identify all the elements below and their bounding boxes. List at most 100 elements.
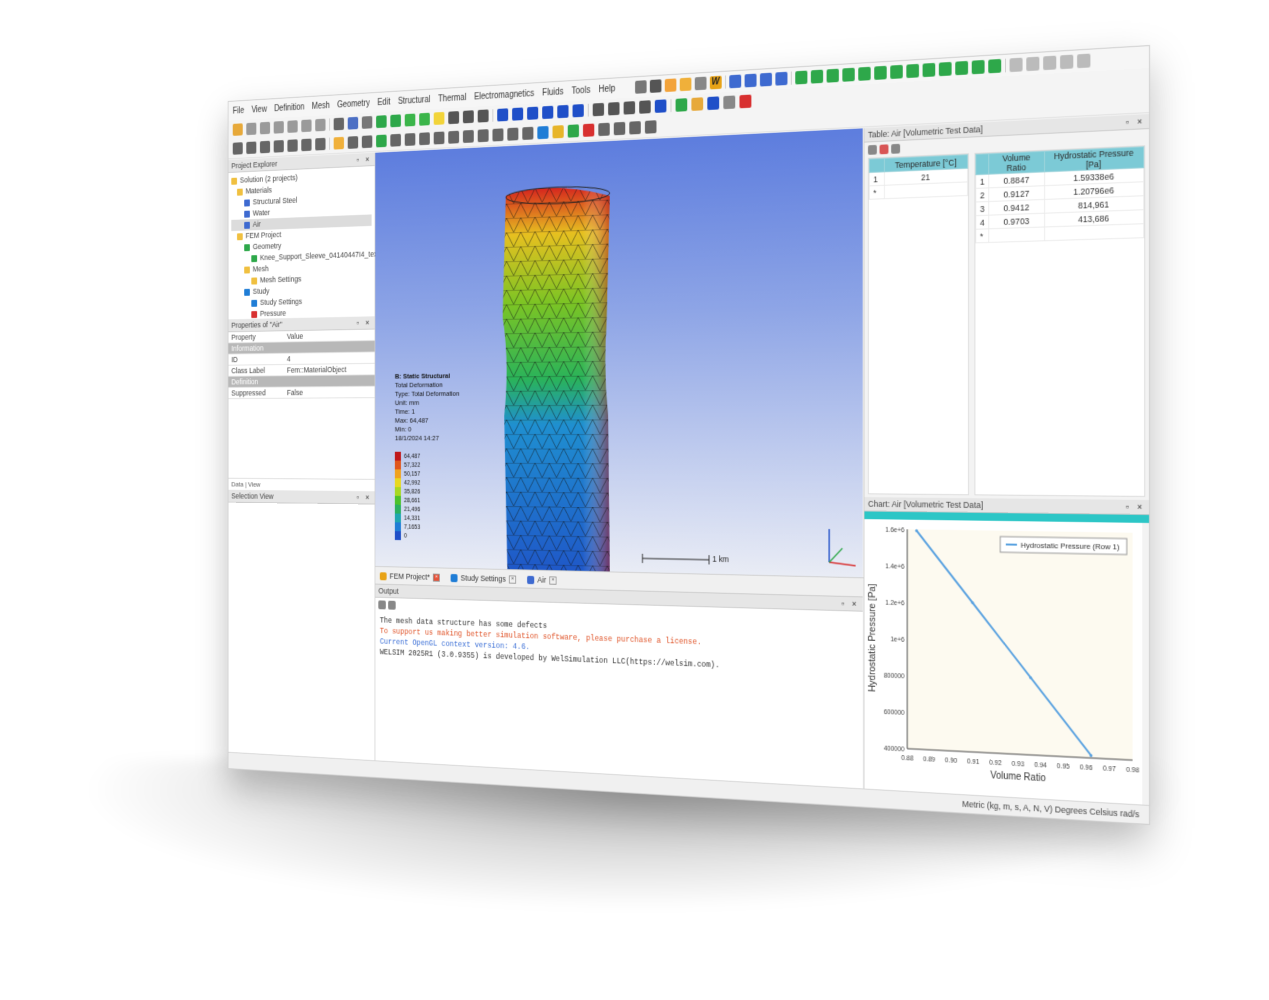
tool-a-icon[interactable]	[232, 142, 243, 155]
mesh-gray-icon[interactable]	[723, 95, 736, 110]
iso-view-icon[interactable]	[390, 114, 401, 128]
sphere-icon[interactable]	[858, 66, 871, 81]
refresh-icon[interactable]	[867, 144, 877, 155]
delete-row-icon[interactable]	[879, 144, 889, 155]
menu-thermal[interactable]: Thermal	[438, 92, 466, 103]
measure-3-icon[interactable]	[623, 101, 636, 115]
menu-definition[interactable]: Definition	[274, 102, 304, 113]
tool-m-icon[interactable]	[419, 132, 430, 146]
close-icon[interactable]: ×	[432, 573, 440, 582]
tool-g-icon[interactable]	[315, 137, 326, 151]
blue-doc-icon[interactable]	[729, 74, 741, 89]
tab-data[interactable]: Data	[231, 480, 243, 488]
close-icon[interactable]: ×	[549, 575, 557, 585]
sketch-icon[interactable]	[971, 59, 985, 75]
tool-l-icon[interactable]	[404, 133, 416, 146]
close-icon[interactable]: ×	[508, 574, 517, 584]
search-icon[interactable]	[694, 76, 707, 91]
tool-e-icon[interactable]	[287, 139, 298, 152]
camera-icon[interactable]	[448, 111, 460, 125]
gray-tool-5-icon[interactable]	[1076, 53, 1091, 69]
measure-2-icon[interactable]	[608, 102, 620, 116]
properties-controls-icon[interactable]: ▫ ×	[357, 316, 372, 329]
copy-output-icon[interactable]	[388, 600, 396, 610]
cube-icon[interactable]	[955, 60, 968, 76]
tab-view[interactable]: View	[248, 481, 260, 489]
menu-view[interactable]: View	[251, 104, 266, 114]
save-icon[interactable]	[259, 121, 271, 135]
mesh-blue-icon[interactable]	[707, 96, 720, 111]
new-icon[interactable]	[232, 123, 243, 136]
tab-air[interactable]: Air ×	[527, 575, 557, 585]
paste-table-icon[interactable]	[891, 143, 901, 154]
table-icon[interactable]	[634, 80, 647, 94]
menu-structural[interactable]: Structural	[398, 95, 431, 107]
open-icon[interactable]	[246, 122, 257, 136]
copy-icon[interactable]	[273, 120, 284, 134]
tool-u-icon[interactable]	[537, 125, 549, 140]
selection-controls-icon[interactable]: ▫ ×	[357, 491, 372, 503]
tool-r-icon[interactable]	[492, 128, 504, 142]
section-icon[interactable]	[654, 99, 667, 113]
output-controls-icon[interactable]: ▫ ×	[842, 597, 860, 611]
temperature-row-new[interactable]: *	[869, 181, 968, 200]
list-icon[interactable]	[315, 118, 326, 132]
fit-icon[interactable]	[376, 115, 387, 129]
tool-i-icon[interactable]	[361, 135, 373, 149]
prism-icon[interactable]	[890, 64, 903, 80]
align-6-icon[interactable]	[572, 104, 584, 118]
circle-icon[interactable]	[906, 63, 919, 79]
tab-study-settings[interactable]: Study Settings ×	[450, 573, 517, 584]
torus-icon[interactable]	[873, 65, 887, 80]
gray-tool-4-icon[interactable]	[1059, 54, 1074, 70]
cylinder-icon[interactable]	[826, 68, 839, 83]
tab-fem-project[interactable]: FEM Project* ×	[379, 571, 440, 582]
pie-icon[interactable]	[664, 78, 677, 93]
curve-icon[interactable]	[938, 61, 952, 77]
warning-icon[interactable]	[333, 136, 344, 150]
top-view-icon[interactable]	[419, 112, 430, 126]
w-icon[interactable]: W	[709, 75, 722, 90]
tool-s-icon[interactable]	[507, 127, 519, 141]
menu-geometry[interactable]: Geometry	[337, 98, 370, 110]
chart-controls-icon[interactable]: ▫ ×	[1126, 500, 1145, 514]
line-icon[interactable]	[922, 62, 935, 78]
col-volume-ratio[interactable]: Volume Ratio	[988, 151, 1045, 175]
select-icon[interactable]	[333, 117, 344, 131]
menu-file[interactable]: File	[233, 106, 245, 116]
front-view-icon[interactable]	[404, 113, 416, 127]
flag-red-icon[interactable]	[739, 94, 752, 109]
measure-1-icon[interactable]	[592, 102, 605, 117]
green-box2-icon[interactable]	[810, 69, 823, 84]
export-icon[interactable]	[759, 72, 772, 87]
menu-mesh[interactable]: Mesh	[312, 101, 330, 112]
tool-t-icon[interactable]	[522, 126, 534, 140]
record-icon[interactable]	[462, 110, 474, 124]
menu-edit[interactable]: Edit	[377, 97, 390, 107]
tool-k-icon[interactable]	[390, 133, 401, 147]
globe-icon[interactable]	[679, 77, 692, 92]
tool-j-icon[interactable]	[376, 134, 387, 148]
tool-q-icon[interactable]	[477, 129, 489, 143]
pressure-chart[interactable]: 0.88 0.89 0.90 0.91 0.92 0.93 0.94 0.95 0.96 0.97…	[864, 519, 1143, 823]
gray-tool-1-icon[interactable]	[1009, 57, 1023, 73]
zoom-icon[interactable]	[361, 115, 373, 129]
paste-icon[interactable]	[287, 120, 298, 133]
tool-aa-icon[interactable]	[629, 121, 641, 135]
tool-v-icon[interactable]	[552, 125, 564, 139]
menu-fluids[interactable]: Fluids	[542, 87, 563, 98]
cone-icon[interactable]	[842, 67, 855, 82]
tool-y-icon[interactable]	[598, 122, 610, 137]
table-controls-icon[interactable]: ▫ ×	[1126, 114, 1145, 129]
right-view-icon[interactable]	[433, 111, 445, 125]
menu-electromagnetics[interactable]: Electromagnetics	[474, 88, 534, 101]
fillet-icon[interactable]	[988, 58, 1001, 74]
tool-ab-icon[interactable]	[644, 120, 657, 134]
tool-o-icon[interactable]	[448, 130, 460, 144]
3d-viewport[interactable]: B: Static Structural Total Deformation T…	[375, 128, 863, 578]
gray-tool-3-icon[interactable]	[1042, 55, 1057, 71]
play-icon[interactable]	[649, 79, 662, 93]
menu-help[interactable]: Help	[598, 83, 615, 94]
tool-x-icon[interactable]	[582, 123, 595, 137]
settings-icon[interactable]	[301, 119, 312, 133]
